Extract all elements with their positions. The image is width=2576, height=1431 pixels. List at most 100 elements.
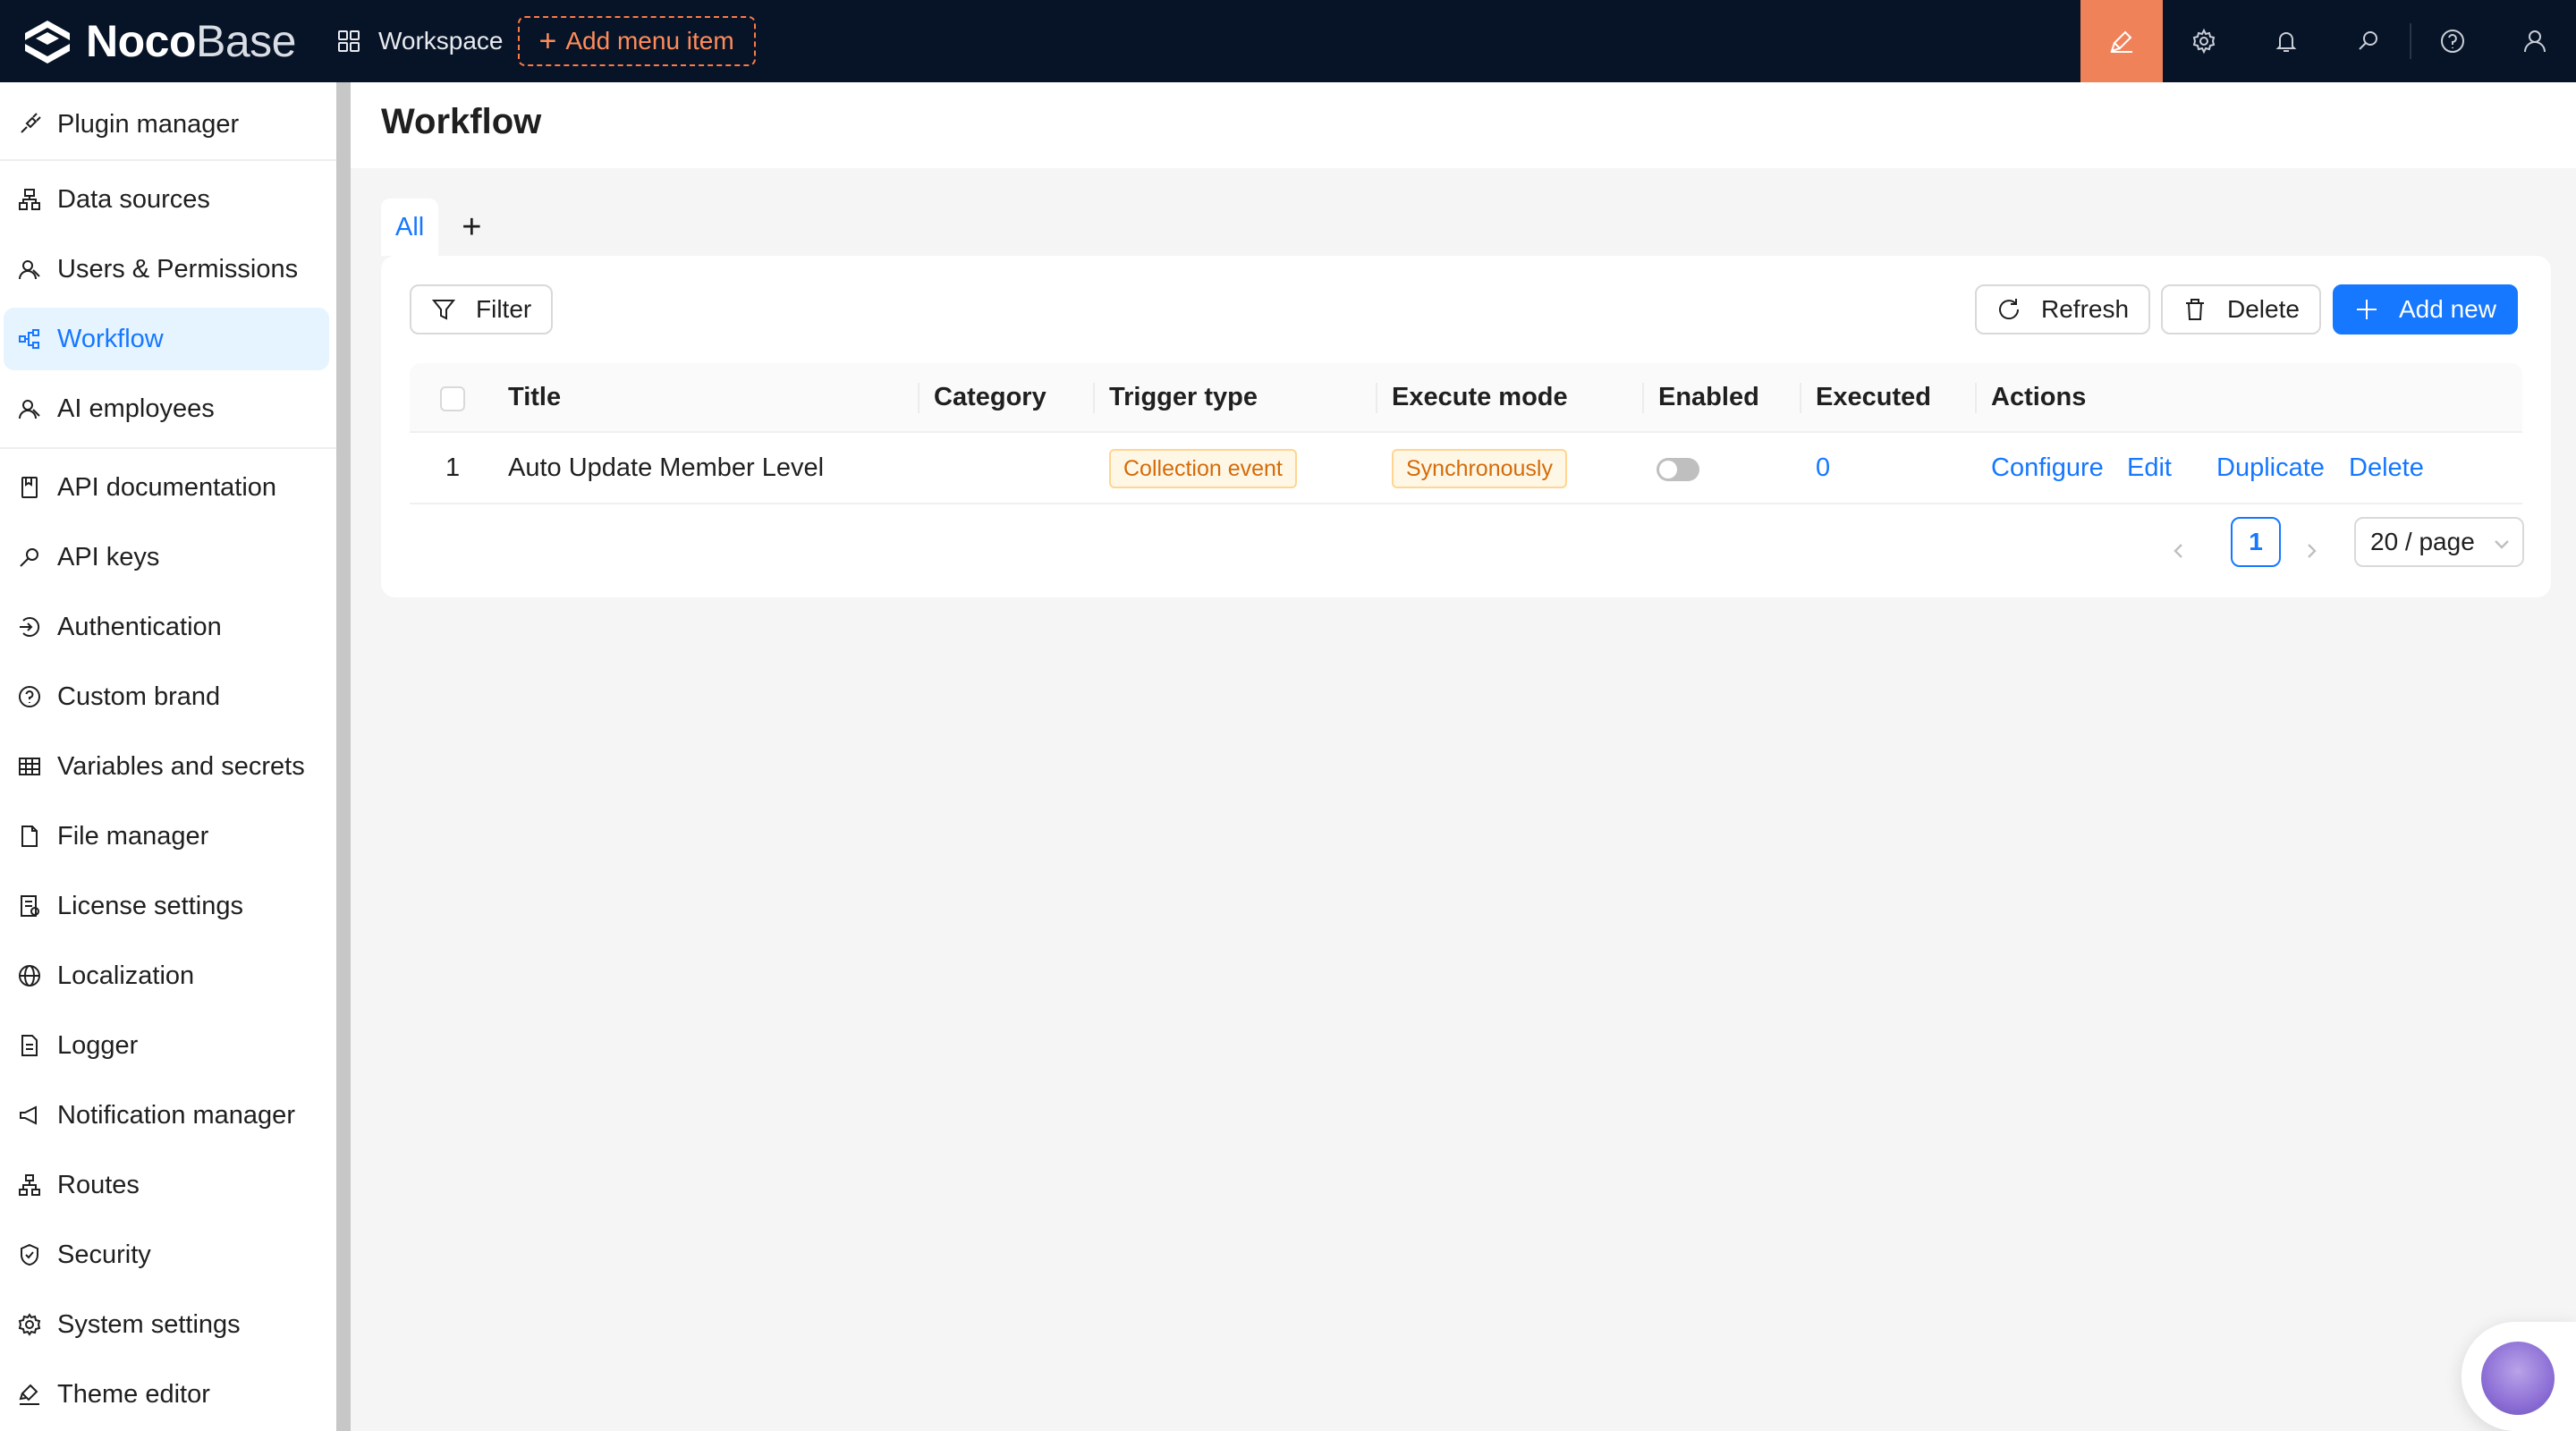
sidebar-item-label: License settings	[57, 891, 243, 920]
column-divider	[918, 383, 919, 413]
ui-editor-button[interactable]	[2080, 0, 2163, 82]
search-button[interactable]	[2327, 0, 2410, 82]
trigger-type-tag: Collection event	[1109, 449, 1297, 488]
add-new-button[interactable]: Add new	[2333, 284, 2518, 334]
sidebar-item-api-keys[interactable]: API keys	[4, 526, 329, 588]
sidebar-item-ai-employees[interactable]: AI employees	[4, 377, 329, 440]
duplicate-link[interactable]: Duplicate	[2216, 433, 2325, 503]
sidebar-item-authentication[interactable]: Authentication	[4, 596, 329, 658]
add-tab-button[interactable]: +	[462, 210, 481, 244]
filter-label: Filter	[476, 295, 532, 323]
app-logo[interactable]: NocoBase	[0, 0, 296, 82]
sidebar-item-notification-manager[interactable]: Notification manager	[4, 1084, 329, 1147]
logo-text-thin: Base	[196, 16, 296, 66]
user-menu-button[interactable]	[2494, 0, 2576, 82]
bell-icon	[2275, 32, 2297, 52]
column-header-title[interactable]: Title	[508, 363, 561, 431]
pagination-next[interactable]	[2293, 526, 2329, 576]
page-size-value: 20 / page	[2370, 528, 2475, 555]
column-header-category[interactable]: Category	[934, 363, 1046, 431]
sidebar-item-data-sources[interactable]: Data sources	[4, 168, 329, 231]
sidebar-item-label: File manager	[57, 821, 209, 851]
delete-link[interactable]: Delete	[2349, 433, 2424, 503]
chevron-left-icon	[2174, 544, 2182, 558]
settings-button[interactable]	[2163, 0, 2245, 82]
column-header-actions: Actions	[1991, 382, 2087, 411]
log-icon	[16, 1032, 43, 1059]
sidebar-scrollbar[interactable]	[336, 82, 351, 1431]
sidebar-item-api-documentation[interactable]: API documentation	[4, 456, 329, 519]
tab-all[interactable]: All	[381, 199, 439, 256]
sidebar-item-security[interactable]: Security	[4, 1224, 329, 1286]
notifications-button[interactable]	[2245, 0, 2327, 82]
ai-assistant-launcher[interactable]	[2462, 1322, 2576, 1431]
table-icon	[16, 753, 43, 780]
sidebar-item-label: System settings	[57, 1309, 241, 1339]
delete-button[interactable]: Delete	[2161, 284, 2321, 334]
select-all-checkbox[interactable]	[440, 386, 465, 411]
executed-count-link[interactable]: 0	[1816, 433, 1830, 503]
sidebar-item-workflow[interactable]: Workflow	[4, 308, 329, 370]
sidebar-item-label: Authentication	[57, 612, 222, 641]
sidebar-item-theme-editor[interactable]: Theme editor	[4, 1363, 329, 1426]
sidebar-item-logger[interactable]: Logger	[4, 1014, 329, 1077]
workspace-menu[interactable]: Workspace	[337, 0, 504, 82]
column-divider	[1975, 383, 1977, 413]
page-title: Workflow	[381, 102, 542, 141]
add-menu-item-button[interactable]: + Add menu item	[517, 16, 756, 66]
sidebar-item-system-settings[interactable]: System settings	[4, 1293, 329, 1356]
sidebar-item-custom-brand[interactable]: Custom brand	[4, 665, 329, 728]
routes-icon	[16, 1172, 43, 1198]
pagination-prev[interactable]	[2161, 526, 2197, 576]
sidebar-item-localization[interactable]: Localization	[4, 944, 329, 1007]
column-header-execute-mode[interactable]: Execute mode	[1392, 363, 1568, 431]
help-icon	[2441, 30, 2464, 53]
sidebar-item-label: Routes	[57, 1170, 140, 1199]
book-icon	[16, 474, 43, 501]
column-divider	[1093, 383, 1095, 413]
column-header-executed[interactable]: Executed	[1816, 363, 1931, 431]
gear-icon	[2192, 28, 2216, 55]
column-header-enabled[interactable]: Enabled	[1658, 363, 1759, 431]
database-icon	[16, 186, 43, 213]
refresh-label: Refresh	[2041, 295, 2130, 323]
row-title: Auto Update Member Level	[508, 453, 825, 482]
sidebar-item-variables-secrets[interactable]: Variables and secrets	[4, 735, 329, 798]
help-button[interactable]	[2411, 0, 2494, 82]
sidebar-item-license-settings[interactable]: License settings	[4, 875, 329, 937]
sidebar-item-label: Localization	[57, 961, 195, 990]
sidebar-item-file-manager[interactable]: File manager	[4, 805, 329, 868]
chevron-down-icon	[2495, 540, 2509, 549]
delete-label: Delete	[2227, 295, 2300, 323]
plus-icon: +	[538, 24, 557, 58]
sidebar-item-plugin-manager[interactable]: Plugin manager	[4, 93, 329, 156]
row-index: 1	[445, 453, 461, 482]
paint-icon	[16, 1381, 43, 1408]
key-icon	[16, 544, 43, 571]
users-icon	[16, 256, 43, 283]
sidebar-item-label: Security	[57, 1240, 151, 1269]
edit-link[interactable]: Edit	[2127, 433, 2172, 503]
logo-text: NocoBase	[86, 15, 296, 67]
pagination-current-page[interactable]: 1	[2231, 517, 2281, 567]
filter-button[interactable]: Filter	[410, 284, 554, 334]
sidebar-divider	[0, 159, 336, 161]
sidebar-item-label: API keys	[57, 542, 160, 572]
sidebar-item-users-permissions[interactable]: Users & Permissions	[4, 238, 329, 301]
page-size-select[interactable]: 20 / page	[2354, 517, 2524, 567]
table-row: 1 Auto Update Member Level Collection ev…	[410, 433, 2522, 504]
top-navbar: NocoBase Workspace + Add menu item	[0, 0, 2576, 82]
refresh-button[interactable]: Refresh	[1975, 284, 2151, 334]
enabled-toggle[interactable]	[1657, 458, 1699, 481]
add-menu-item-label: Add menu item	[565, 27, 734, 55]
search-icon	[2359, 31, 2377, 50]
megaphone-icon	[16, 1102, 43, 1129]
column-header-trigger-type[interactable]: Trigger type	[1109, 363, 1258, 431]
sidebar-item-routes[interactable]: Routes	[4, 1154, 329, 1216]
file-icon	[16, 823, 43, 850]
configure-link[interactable]: Configure	[1991, 433, 2104, 503]
sidebar-item-label: Custom brand	[57, 682, 221, 711]
page-header: Workflow	[351, 82, 2576, 168]
trash-icon	[2186, 299, 2204, 320]
page-tabs: All +	[381, 199, 481, 256]
